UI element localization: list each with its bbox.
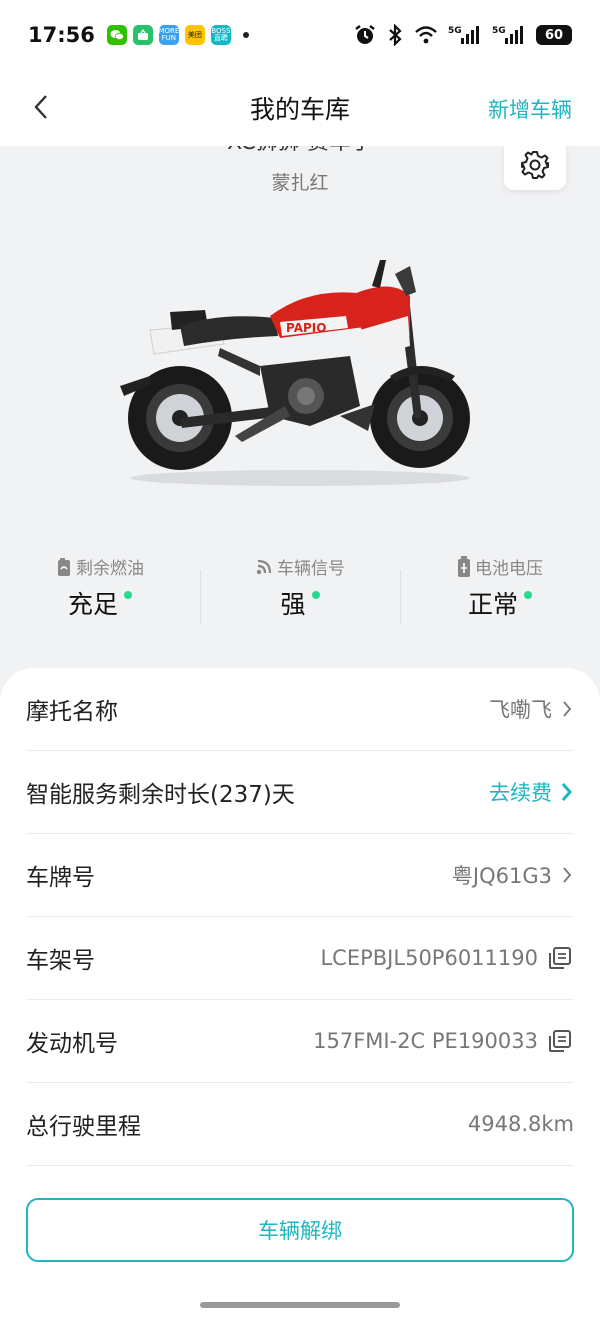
app-green-icon — [132, 25, 153, 45]
row-plate-label: 车牌号 — [26, 865, 95, 891]
gear-icon — [521, 151, 549, 179]
add-vehicle-button[interactable]: 新增车辆 — [488, 94, 572, 124]
stat-battery: 电池电压 正常 — [400, 554, 600, 634]
row-moto-name-value: 飞嘞飞 — [489, 698, 552, 722]
vehicle-status-stats: 剩余燃油 充足 车辆信号 强 电池电压 正常 — [0, 554, 600, 634]
renew-button[interactable]: 去续费 — [489, 777, 574, 807]
stat-signal-value: 强 — [280, 590, 306, 619]
battery-indicator: 60 — [536, 25, 572, 45]
row-engine-number: 发动机号 157FMI-2C PE190033 — [26, 1000, 574, 1083]
meituan-icon: 美团 — [184, 25, 205, 45]
row-service-duration: 智能服务剩余时长(237)天 去续费 — [26, 751, 574, 834]
stat-battery-value: 正常 — [467, 590, 518, 619]
status-time: 17:56 — [28, 23, 95, 47]
morefun-icon: MORE FUN — [158, 25, 179, 45]
copy-icon[interactable] — [546, 947, 574, 969]
row-mileage-label: 总行驶里程 — [26, 1114, 141, 1140]
svg-text:PAPIO: PAPIO — [286, 321, 326, 335]
row-frame-value: LCEPBJL50P6011190 — [320, 946, 538, 970]
chevron-left-icon — [34, 95, 47, 119]
signal-icon — [256, 559, 272, 574]
row-engine-label: 发动机号 — [26, 1031, 118, 1057]
row-mileage: 总行驶里程 4948.8km — [26, 1083, 574, 1166]
cellular-signal-icon: 5G — [448, 24, 482, 46]
page-title: 我的车库 — [249, 95, 350, 124]
stat-fuel-value: 充足 — [67, 590, 118, 619]
back-button[interactable] — [26, 92, 56, 122]
status-bar: 17:56 MORE FUN 美团 BOSS 直聘 5G 5G 60 — [0, 0, 600, 70]
row-service-label: 智能服务剩余时长(237)天 — [26, 782, 295, 808]
row-engine-value: 157FMI-2C PE190033 — [313, 1029, 538, 1053]
wechat-icon — [106, 25, 127, 45]
chevron-right-icon — [560, 782, 574, 802]
copy-icon[interactable] — [546, 1030, 574, 1052]
stat-fuel: 剩余燃油 充足 — [0, 554, 200, 634]
cellular-signal-2-icon: 5G — [492, 24, 526, 46]
nav-bar: 我的车库 新增车辆 — [0, 70, 600, 146]
fuel-icon — [58, 557, 70, 576]
notification-app-icons: MORE FUN 美团 BOSS 直聘 — [106, 25, 249, 45]
renew-label: 去续费 — [489, 781, 552, 805]
battery-voltage-icon — [458, 555, 470, 577]
stat-signal: 车辆信号 强 — [200, 554, 400, 634]
unbind-vehicle-button[interactable]: 车辆解绑 — [26, 1198, 574, 1262]
row-plate[interactable]: 车牌号 粤JQ61G3 — [26, 834, 574, 917]
wifi-icon — [414, 25, 438, 45]
more-notifications-dot — [242, 32, 249, 38]
stat-fuel-label: 剩余燃油 — [76, 559, 144, 579]
bluetooth-icon — [386, 24, 404, 46]
row-frame-label: 车架号 — [26, 948, 95, 974]
home-indicator[interactable] — [200, 1302, 400, 1308]
chevron-right-icon — [560, 699, 574, 719]
status-ok-dot — [311, 591, 320, 599]
status-ok-dot — [124, 591, 132, 599]
row-plate-value: 粤JQ61G3 — [451, 864, 552, 888]
chevron-right-icon — [560, 865, 574, 885]
motorcycle-image: PAPIO — [120, 260, 470, 486]
row-moto-name-label: 摩托名称 — [26, 699, 118, 725]
svg-text:5G: 5G — [492, 26, 506, 36]
stat-signal-label: 车辆信号 — [277, 559, 345, 579]
vehicle-info-card: 摩托名称 飞嘞飞 智能服务剩余时长(237)天 去续费 车牌号 粤JQ61G3 … — [0, 668, 600, 1320]
alarm-icon — [354, 24, 376, 46]
boss-icon: BOSS 直聘 — [210, 25, 231, 45]
svg-text:5G: 5G — [448, 26, 462, 36]
vehicle-hero: XC狮狮 赛车手 蒙扎红 — [0, 146, 600, 676]
row-frame-number: 车架号 LCEPBJL50P6011190 — [26, 917, 574, 1000]
stat-battery-label: 电池电压 — [475, 559, 543, 579]
vehicle-settings-button[interactable] — [504, 146, 566, 190]
row-moto-name[interactable]: 摩托名称 飞嘞飞 — [26, 668, 574, 751]
status-ok-dot — [524, 591, 532, 599]
row-mileage-value: 4948.8km — [467, 1112, 574, 1136]
